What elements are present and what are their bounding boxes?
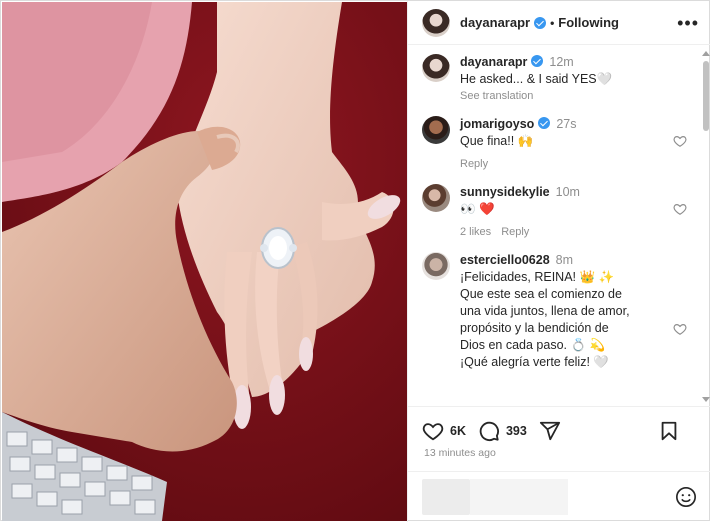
comment-avatar[interactable] xyxy=(422,116,450,144)
likes-count[interactable]: 2 likes xyxy=(460,226,491,238)
comment-item: esterciello0628 8m ¡Felicidades, REINA! 👑… xyxy=(422,252,689,371)
comment-avatar[interactable] xyxy=(422,252,450,280)
reply-button[interactable]: Reply xyxy=(501,226,529,238)
likes-count[interactable]: 6K xyxy=(450,424,466,438)
bookmark-icon[interactable] xyxy=(659,420,679,442)
comment-like-icon[interactable] xyxy=(673,202,687,216)
comment-item: sunnysidekylie 10m 👀 ❤️ 2 likes Reply xyxy=(422,184,689,238)
post-timestamp[interactable]: 13 minutes ago xyxy=(424,447,496,459)
verified-badge-icon xyxy=(531,55,544,67)
emoji-icon[interactable] xyxy=(675,486,697,508)
caption-time[interactable]: 12m xyxy=(549,55,573,69)
comment-username[interactable]: jomarigoyso xyxy=(460,117,534,131)
comment-action[interactable]: 393 xyxy=(478,420,527,442)
share-action[interactable] xyxy=(539,420,567,442)
post-header: dayanarapr • Following ••• xyxy=(408,1,710,45)
post-dialog: dayanarapr • Following ••• dayanarapr 12m… xyxy=(0,0,710,522)
comment-time[interactable]: 10m xyxy=(556,185,580,199)
heart-icon[interactable] xyxy=(422,420,444,442)
comment-text-line: ¡Qué alegría verte feliz! 🤍 xyxy=(460,355,609,369)
verified-badge-icon xyxy=(534,16,547,29)
author-avatar[interactable] xyxy=(422,8,450,37)
comment-time[interactable]: 8m xyxy=(556,253,573,267)
following-button[interactable]: Following xyxy=(558,15,619,30)
add-comment-bar xyxy=(408,471,710,521)
comment-text-line: Dios en cada paso. 💍 💫 xyxy=(460,338,606,352)
comment-text-line: ¡Felicidades, REINA! 👑 ✨ xyxy=(460,270,615,284)
comment-time[interactable]: 27s xyxy=(556,117,576,131)
comment-username[interactable]: esterciello0628 xyxy=(460,253,550,267)
scroll-up-arrow[interactable] xyxy=(702,51,710,56)
comment-text: Que fina!! 🙌 xyxy=(460,134,534,148)
post-sidebar: dayanarapr • Following ••• dayanarapr 12m… xyxy=(407,1,710,522)
comments-count[interactable]: 393 xyxy=(506,424,527,438)
comment-text-line: Que este sea el comienzo de xyxy=(460,287,622,301)
see-translation-link[interactable]: See translation xyxy=(460,90,663,102)
scroll-down-arrow[interactable] xyxy=(702,397,710,402)
comments-list[interactable]: dayanarapr 12m He asked... & I said YES🤍 … xyxy=(408,46,701,406)
comment-input-placeholder-block[interactable] xyxy=(470,478,568,515)
like-action[interactable]: 6K xyxy=(422,420,466,442)
comment-like-icon[interactable] xyxy=(673,322,687,336)
author-username[interactable]: dayanarapr xyxy=(460,15,530,30)
reply-button[interactable]: Reply xyxy=(460,158,488,170)
caption-avatar[interactable] xyxy=(422,54,450,82)
verified-badge-icon xyxy=(538,117,551,129)
comment-input-placeholder-block[interactable] xyxy=(422,478,470,515)
comment-username[interactable]: sunnysidekylie xyxy=(460,185,550,199)
comment-like-icon[interactable] xyxy=(673,134,687,148)
comment-icon[interactable] xyxy=(478,420,500,442)
comment-text-line: propósito y la bendición de xyxy=(460,321,609,335)
engagement-ring-photo xyxy=(2,2,407,521)
comment-item: jomarigoyso 27s Que fina!! 🙌 Reply xyxy=(422,116,689,170)
comment-text-line: una vida juntos, llena de amor, xyxy=(460,304,630,318)
post-photo[interactable] xyxy=(2,2,407,521)
caption-username[interactable]: dayanarapr xyxy=(460,55,527,69)
comment-text: 👀 ❤️ xyxy=(460,202,495,216)
caption-text: He asked... & I said YES🤍 xyxy=(460,72,613,86)
scrollbar-thumb[interactable] xyxy=(703,61,709,131)
separator-dot: • xyxy=(550,15,555,30)
share-icon[interactable] xyxy=(539,420,561,442)
more-options-icon[interactable]: ••• xyxy=(677,14,699,32)
save-action[interactable] xyxy=(659,420,685,442)
caption: dayanarapr 12m He asked... & I said YES🤍 … xyxy=(422,54,689,102)
comment-avatar[interactable] xyxy=(422,184,450,212)
